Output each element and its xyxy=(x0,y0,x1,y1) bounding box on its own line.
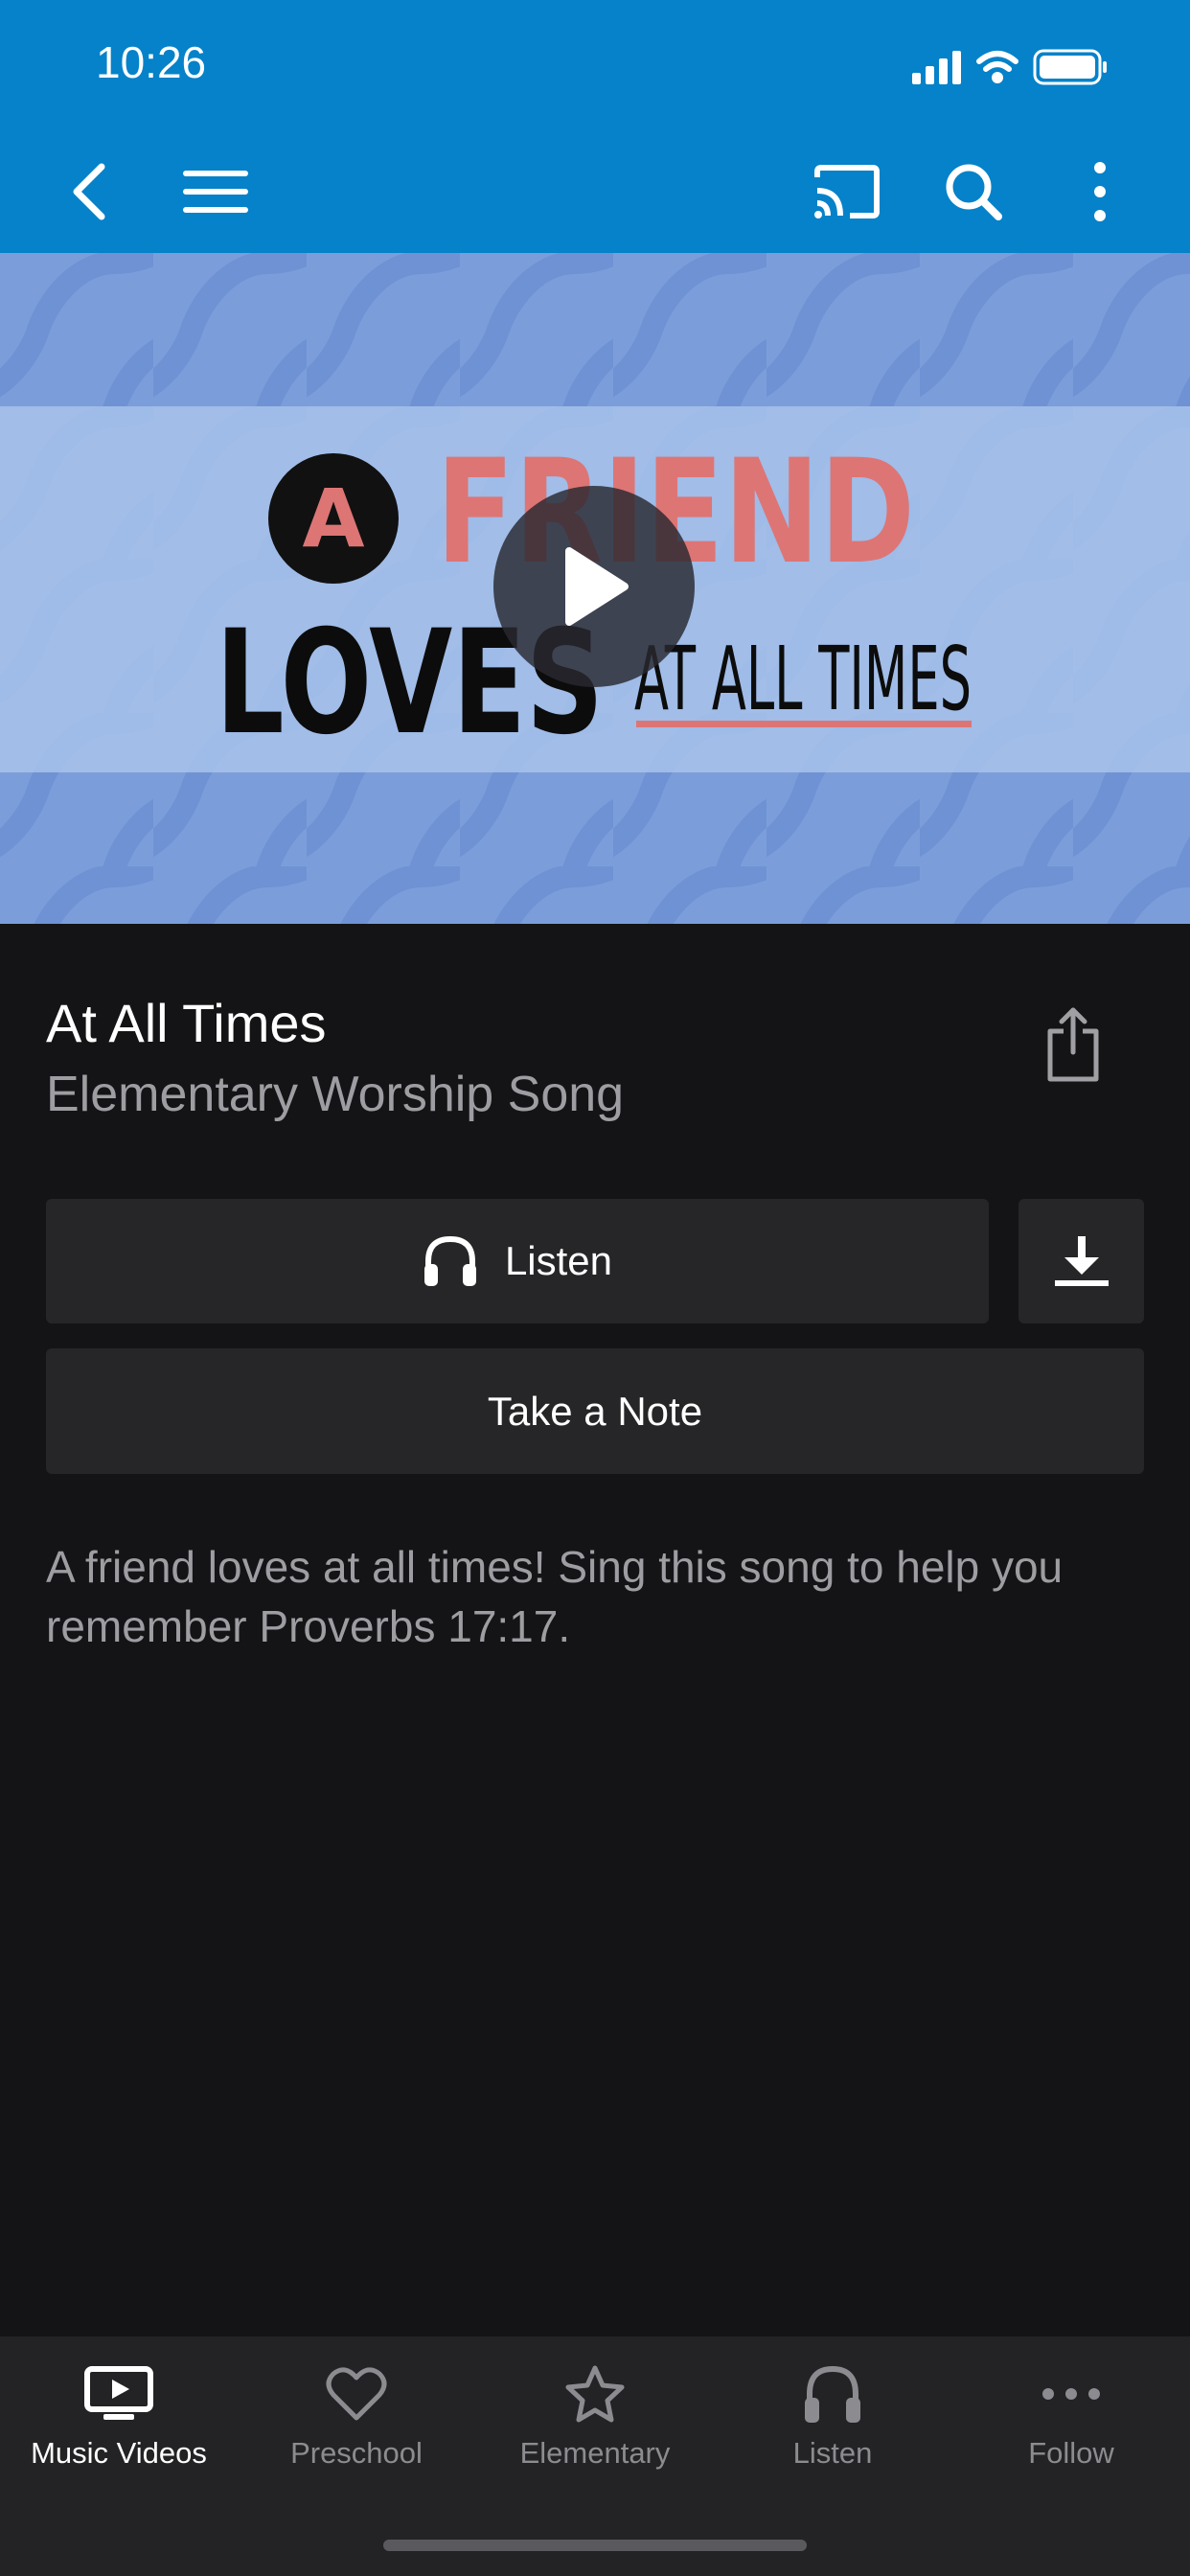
menu-icon xyxy=(183,171,248,213)
tab-elementary[interactable]: Elementary xyxy=(476,2336,714,2490)
search-button[interactable] xyxy=(935,153,1012,230)
status-icons xyxy=(912,48,1152,86)
back-button[interactable] xyxy=(50,153,126,230)
menu-button[interactable] xyxy=(177,153,254,230)
tv-play-icon xyxy=(84,2366,153,2420)
status-time: 10:26 xyxy=(96,37,207,87)
more-horizontal-icon xyxy=(1042,2388,1100,2400)
tab-label: Follow xyxy=(1028,2436,1114,2470)
song-subtitle: Elementary Worship Song xyxy=(46,1067,625,1122)
tab-preschool[interactable]: Preschool xyxy=(238,2336,475,2490)
video-player[interactable]: A FRIEND LOVES AT ALL TIMES xyxy=(0,253,1190,924)
star-icon xyxy=(565,2365,625,2423)
play-button[interactable] xyxy=(493,486,695,687)
song-description: A friend loves at all times! Sing this s… xyxy=(46,1542,1064,1651)
battery-icon xyxy=(1033,49,1107,85)
search-icon xyxy=(946,164,1002,220)
cellular-signal-icon xyxy=(912,51,961,84)
tab-label: Listen xyxy=(792,2436,873,2470)
cast-icon xyxy=(814,165,880,218)
more-vertical-icon xyxy=(1094,162,1106,221)
song-title: At All Times xyxy=(46,993,327,1053)
headphones-icon xyxy=(423,1234,478,1288)
listen-button[interactable]: Listen xyxy=(46,1199,989,1323)
app-header: 10:26 xyxy=(0,0,1190,253)
tab-label: Preschool xyxy=(290,2436,423,2470)
svg-text:A: A xyxy=(302,472,364,565)
heart-icon xyxy=(326,2367,387,2421)
tab-music-videos[interactable]: Music Videos xyxy=(0,2336,238,2490)
take-a-note-label: Take a Note xyxy=(487,1388,703,1434)
share-icon xyxy=(1047,1007,1099,1082)
svg-text:AT ALL TIMES: AT ALL TIMES xyxy=(634,628,972,730)
share-button[interactable] xyxy=(1035,1001,1111,1088)
download-icon xyxy=(1054,1236,1109,1286)
cast-button[interactable] xyxy=(808,153,884,230)
more-options-button[interactable] xyxy=(1062,153,1138,230)
tab-label: Elementary xyxy=(519,2436,671,2470)
tab-follow[interactable]: Follow xyxy=(952,2336,1190,2490)
listen-label: Listen xyxy=(504,1238,613,1283)
download-button[interactable] xyxy=(1018,1199,1144,1323)
back-icon xyxy=(73,163,105,220)
home-indicator xyxy=(383,2540,807,2551)
take-a-note-button[interactable]: Take a Note xyxy=(46,1348,1144,1474)
tab-label: Music Videos xyxy=(31,2436,207,2470)
tab-listen[interactable]: Listen xyxy=(714,2336,951,2490)
play-icon xyxy=(565,547,629,626)
wifi-icon xyxy=(976,51,1018,83)
headphones-icon xyxy=(805,2365,860,2423)
